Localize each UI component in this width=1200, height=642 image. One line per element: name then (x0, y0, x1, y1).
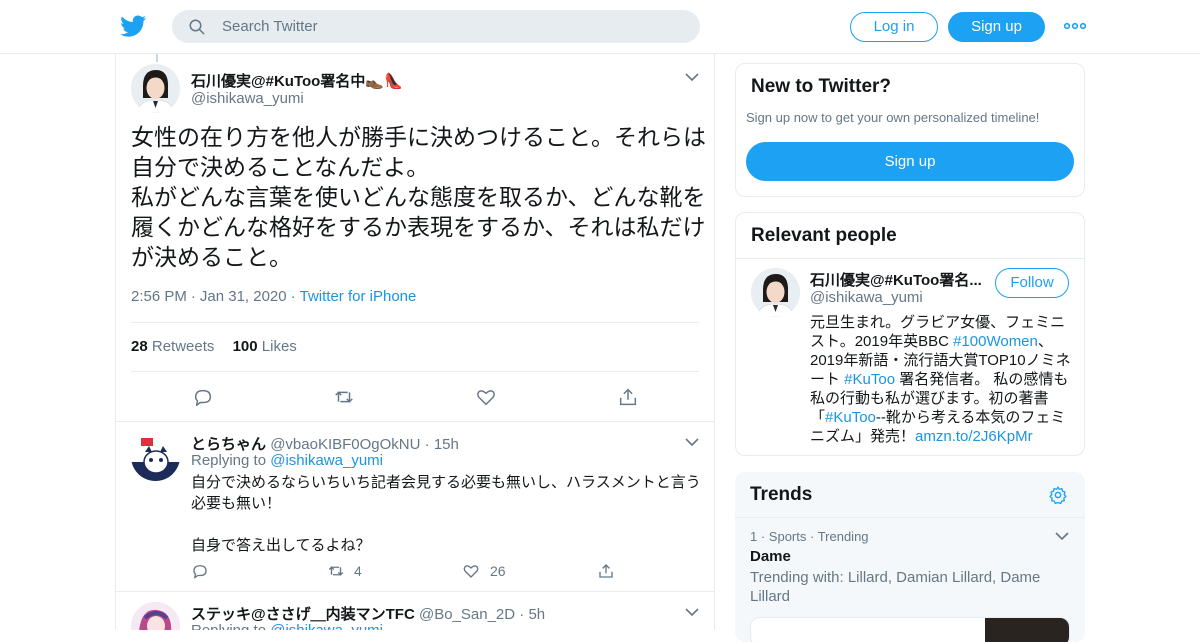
chevron-down-icon[interactable] (685, 607, 699, 617)
anime-avatar-icon (131, 602, 180, 630)
trend-status: Trending (817, 529, 869, 544)
search-input[interactable] (222, 10, 682, 43)
divider (735, 517, 1085, 518)
trends-card: Trends 1 · Sports · Trending Dame Trendi… (735, 472, 1085, 642)
retweet-count: 4 (354, 563, 362, 579)
top-nav-bar: Log in Sign up (0, 0, 1200, 54)
replying-to-prefix: Replying to (191, 622, 266, 630)
reply-header: ステッキ@ささげ＿内装マンTFC @Bo_San_2D · 5h (191, 606, 546, 623)
avatar-photo-icon (751, 268, 800, 317)
reply-tweet[interactable]: とらちゃん @vbaoKIBF0OgOkNU · 15h Replying to… (116, 422, 714, 592)
search-box[interactable] (172, 10, 700, 43)
reply-icon[interactable] (191, 562, 209, 580)
new-to-twitter-title: New to Twitter? (751, 76, 892, 97)
tweet-stats: 28 Retweets 100 Likes (131, 322, 699, 372)
reply-actions: 4 26 (191, 562, 641, 582)
relevant-person-handle[interactable]: @ishikawa_yumi (810, 289, 923, 306)
timeline-column: 石川優実@#KuToo署名中👞👠 @ishikawa_yumi 女性の在り方を他… (115, 54, 715, 630)
sidebar-signup-button[interactable]: Sign up (746, 142, 1074, 181)
reply-author-name[interactable]: とらちゃん (191, 436, 266, 453)
reply-author-handle[interactable]: @vbaoKIBF0OgOkNU (270, 436, 420, 453)
reply-header: とらちゃん @vbaoKIBF0OgOkNU · 15h (191, 436, 459, 453)
twitter-bird-logo-icon[interactable] (120, 13, 147, 39)
trend-name[interactable]: Dame (750, 548, 791, 565)
reply-author-name[interactable]: ステッキ@ささげ＿内装マンTFC (191, 606, 415, 623)
replying-to: Replying to @ishikawa_yumi (191, 622, 383, 630)
search-icon (189, 19, 205, 35)
relevant-person-name[interactable]: 石川優実@#KuToo署名... (810, 269, 985, 290)
share-icon[interactable] (597, 562, 615, 580)
trends-title: Trends (750, 484, 813, 505)
replying-to-link[interactable]: @ishikawa_yumi (270, 622, 383, 630)
relevant-person-bio: 元旦生まれ。グラビア女優、フェミニスト。2019年英BBC #100Women、… (810, 313, 1075, 446)
reply-text: 自分で決めるならいちいち記者会見する必要も無いし、ハラスメントと言う必要も無い！… (191, 474, 701, 554)
avatar-photo-icon (131, 64, 180, 113)
signup-button[interactable]: Sign up (948, 12, 1045, 42)
likes-label: Likes (261, 338, 297, 355)
tweet-date[interactable]: Jan 31, 2020 (200, 288, 287, 305)
trend-meta: 1 · Sports · Trending (750, 529, 869, 544)
reply-age[interactable]: 5h (528, 606, 545, 623)
tweet-timestamp: 2:56 PM · Jan 31, 2020 · Twitter for iPhone (131, 288, 417, 305)
login-button[interactable]: Log in (850, 12, 938, 42)
replying-to-prefix: Replying to (191, 452, 267, 469)
tweet-author-name[interactable]: 石川優実@#KuToo署名中👞👠 (191, 70, 403, 91)
relevant-people-title: Relevant people (751, 225, 897, 246)
avatar[interactable] (751, 268, 800, 317)
chevron-down-icon[interactable] (1055, 531, 1069, 541)
replying-to-link[interactable]: @ishikawa_yumi (270, 452, 383, 469)
reply-icon[interactable] (192, 386, 214, 408)
trend-rank: 1 (750, 529, 758, 544)
avatar[interactable] (131, 432, 180, 481)
trend-thumbnail (985, 618, 1069, 642)
settings-gear-icon[interactable] (1048, 485, 1068, 505)
retweets-count: 28 (131, 338, 148, 355)
tiger-avatar-icon (131, 432, 180, 481)
tweet-actions (116, 386, 714, 410)
like-heart-icon[interactable] (462, 562, 480, 580)
relevant-people-card: Relevant people 石川優実@#KuToo署名... @ishika… (735, 212, 1085, 456)
main-tweet: 石川優実@#KuToo署名中👞👠 @ishikawa_yumi 女性の在り方を他… (116, 54, 714, 422)
retweet-icon[interactable] (327, 562, 345, 580)
share-icon[interactable] (617, 386, 639, 408)
retweet-icon[interactable] (333, 386, 355, 408)
tweet-time[interactable]: 2:56 PM (131, 288, 187, 305)
retweets-stat[interactable]: 28 Retweets (131, 338, 214, 355)
likes-stat[interactable]: 100 Likes (233, 338, 297, 355)
reply-author-handle[interactable]: @Bo_San_2D (419, 606, 515, 623)
hashtag-link[interactable]: #KuToo (844, 371, 895, 388)
replying-to: Replying to @ishikawa_yumi (191, 452, 383, 469)
reply-tweet[interactable]: ステッキ@ささげ＿内装マンTFC @Bo_San_2D · 5h Replyin… (116, 592, 714, 630)
avatar[interactable] (131, 602, 180, 630)
chevron-down-icon[interactable] (685, 72, 699, 82)
new-to-twitter-subtitle: Sign up now to get your own personalized… (746, 110, 1040, 125)
like-count: 26 (490, 563, 506, 579)
tweet-source-link[interactable]: Twitter for iPhone (300, 288, 417, 305)
tweet-text: 女性の在り方を他人が勝手に決めつけること。それらは自分で決めることなんだよ。 私… (131, 124, 706, 270)
divider (736, 258, 1084, 259)
follow-button[interactable]: Follow (995, 268, 1069, 298)
retweets-label: Retweets (151, 338, 215, 355)
chevron-down-icon[interactable] (685, 437, 699, 447)
more-options-icon[interactable] (1064, 18, 1086, 34)
hashtag-link[interactable]: #KuToo (825, 409, 876, 426)
trend-related: Trending with: Lillard, Damian Lillard, … (750, 569, 1041, 605)
trend-category: Sports (768, 529, 807, 544)
hashtag-link[interactable]: #100Women (953, 333, 1038, 350)
tweet-author-handle[interactable]: @ishikawa_yumi (191, 90, 304, 107)
avatar[interactable] (131, 64, 180, 113)
likes-count: 100 (232, 338, 258, 355)
bio-url-link[interactable]: amzn.to/2J6KpMr (915, 428, 1033, 445)
reply-age[interactable]: 15h (434, 436, 459, 453)
new-to-twitter-card: New to Twitter? Sign up now to get your … (735, 63, 1085, 197)
like-heart-icon[interactable] (475, 386, 497, 408)
